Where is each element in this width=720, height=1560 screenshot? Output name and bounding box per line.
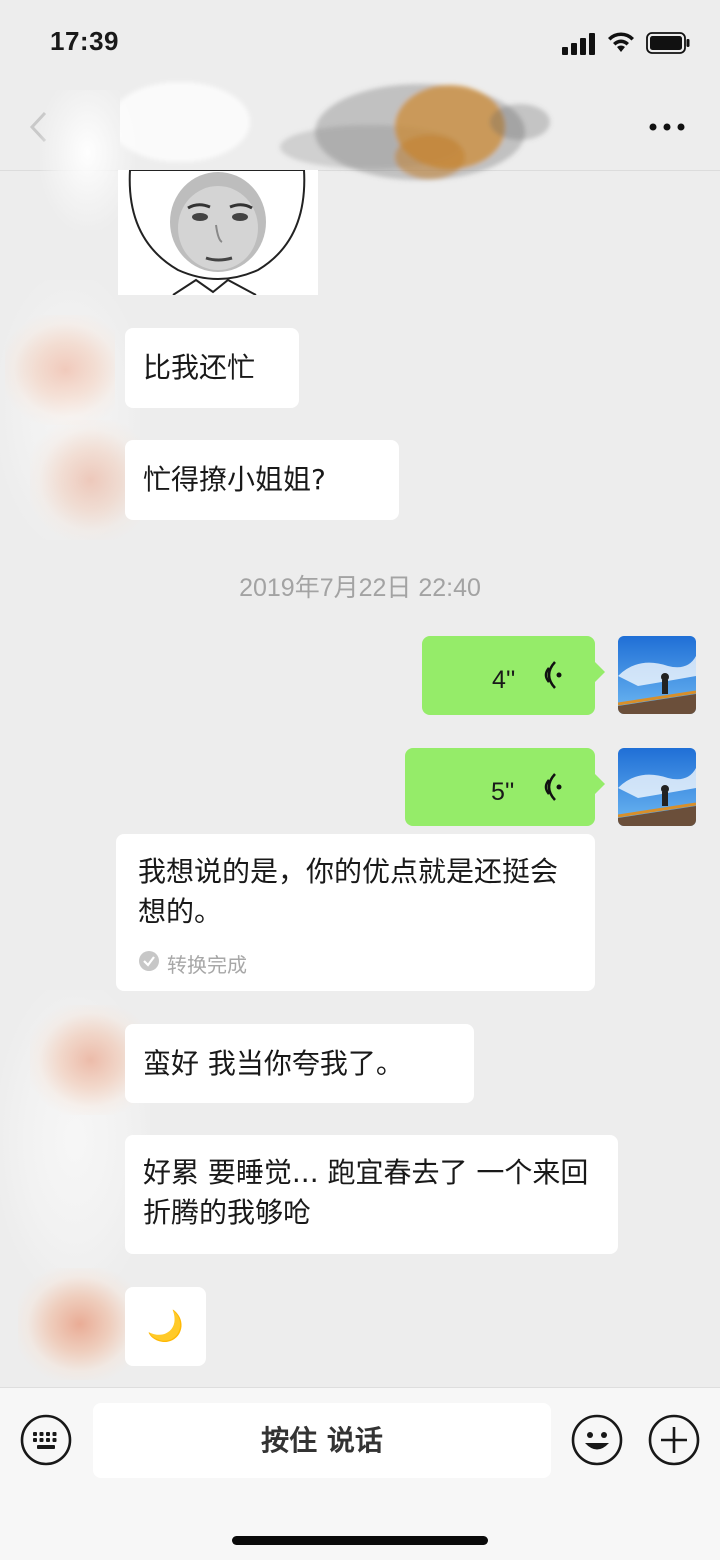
- voice-message-bubble[interactable]: 4'': [422, 636, 605, 715]
- emoji-message-bubble[interactable]: 🌙: [125, 1287, 206, 1366]
- plus-icon[interactable]: [648, 1414, 700, 1466]
- message-bubble[interactable]: 蛮好 我当你夸我了。: [125, 1024, 474, 1103]
- voice-wave-icon: [544, 773, 562, 801]
- my-avatar[interactable]: [618, 748, 696, 826]
- message-text: 比我还忙: [143, 351, 256, 384]
- keyboard-icon[interactable]: [20, 1414, 72, 1466]
- message-bubble[interactable]: 比我还忙: [125, 328, 299, 408]
- moon-emoji: 🌙: [146, 1309, 185, 1344]
- contact-avatar[interactable]: [30, 420, 140, 540]
- voice-wave-icon: [544, 661, 562, 689]
- status-time: 17:39: [50, 26, 119, 56]
- contact-avatar[interactable]: [30, 1005, 140, 1115]
- sticker-image[interactable]: [118, 170, 318, 295]
- voice-duration: 4'': [492, 666, 516, 694]
- battery-icon: [646, 32, 690, 54]
- home-indicator: [232, 1536, 488, 1545]
- transcript-text: 我想说的是，你的优点就是还挺会想的。: [138, 855, 559, 928]
- message-text: 蛮好 我当你夸我了。: [143, 1047, 404, 1080]
- emoji-icon[interactable]: [571, 1414, 623, 1466]
- contact-avatar[interactable]: [18, 1268, 130, 1380]
- voice-duration: 5'': [491, 778, 515, 806]
- message-bubble[interactable]: 好累 要睡觉... 跑宜春去了 一个来回折腾的我够呛: [125, 1135, 618, 1254]
- signal-icon: [562, 33, 595, 55]
- transcript-status: 转换完成: [167, 953, 247, 977]
- message-text: 好累 要睡觉... 跑宜春去了 一个来回折腾的我够呛: [143, 1156, 589, 1229]
- hold-to-talk-button[interactable]: 按住 说话: [93, 1403, 551, 1478]
- my-avatar[interactable]: [618, 636, 696, 714]
- message-timestamp: 2019年7月22日 22:40: [239, 574, 481, 602]
- wifi-icon: [608, 32, 634, 52]
- voice-message-bubble[interactable]: 5'': [405, 748, 605, 826]
- more-icon[interactable]: [648, 115, 686, 139]
- message-text: 忙得撩小姐姐?: [143, 463, 326, 496]
- message-bubble[interactable]: 忙得撩小姐姐?: [125, 440, 399, 520]
- check-icon: [139, 951, 159, 971]
